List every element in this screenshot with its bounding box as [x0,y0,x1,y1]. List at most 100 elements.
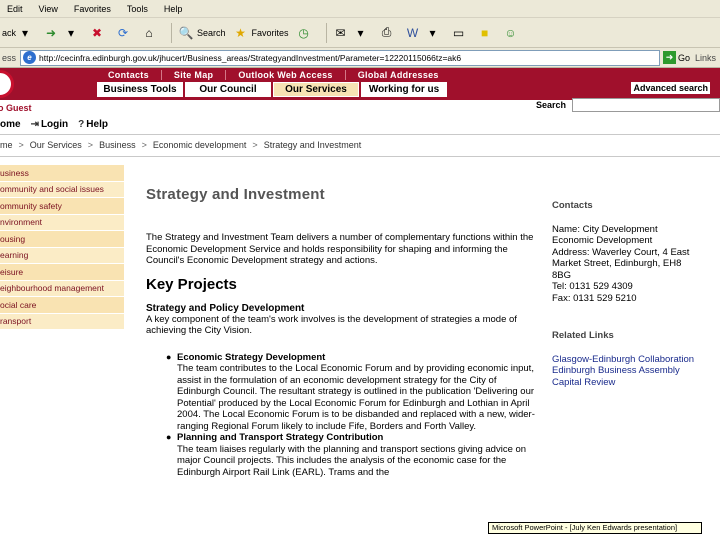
breadcrumb-home[interactable]: me [0,140,13,150]
address-label: ess [2,52,17,63]
discuss-button[interactable]: ▭ [450,21,470,45]
refresh-icon: ⟳ [117,25,129,40]
search-button[interactable]: 🔍 Search [177,21,226,45]
divider [0,156,720,157]
help-icon: ? [78,119,85,130]
tab-working-for-us[interactable]: Working for us [361,82,447,97]
toolbar-divider [325,22,327,43]
breadcrumb-separator-icon: > [87,140,94,150]
address-bar: ess e http://cecinfra.edinburgh.gov.uk/j… [0,48,720,68]
contact-line: Tel: 0131 529 4309 [552,281,633,292]
home-link[interactable]: ome [0,119,21,130]
nav-item-social-care[interactable]: ocial care [0,297,124,314]
print-icon: ⎙ [381,25,392,39]
right-column: Contacts Name: City Development Economic… [552,200,720,388]
help-link[interactable]: Help [86,119,108,130]
breadcrumb-our-services[interactable]: Our Services [30,140,82,150]
related-links-list: Glasgow-Edinburgh Collaboration Edinburg… [552,354,720,389]
subsection-paragraph: A key component of the team's work invol… [146,313,517,337]
nav-item-transport[interactable]: ransport [0,313,124,330]
history-button[interactable]: ◷ [295,21,315,45]
nav-item-community[interactable]: ommunity and social issues [0,181,124,198]
mail-icon: ✉ [335,25,346,40]
home-button[interactable]: ⌂ [140,21,160,45]
contact-line: Fax: 0131 529 5210 [552,292,637,304]
link-global-addresses[interactable]: Global Addresses [346,70,451,80]
council-logo[interactable] [0,70,14,98]
breadcrumb: me > Our Services > Business > Economic … [0,140,367,150]
menu-favorites[interactable]: Favorites [67,4,120,14]
contact-line: Address: Waverley Court, 4 East [552,246,690,258]
subsection-heading: Strategy and Policy Development [146,302,305,314]
star-icon: ★ [235,25,246,40]
contact-line: Name: City Development [552,223,658,235]
tab-our-council[interactable]: Our Council [185,82,271,97]
nav-item-neighbourhood[interactable]: eighbourhood management [0,280,124,297]
stop-button[interactable]: ✖ [88,21,108,45]
mail-button[interactable]: ✉ ▾ [332,21,372,45]
user-links: ome ⇥ Login ? Help [0,119,108,130]
back-label: ack [2,27,17,38]
menu-edit[interactable]: Edit [0,4,32,14]
site-search-input[interactable] [572,98,720,112]
nav-item-learning[interactable]: earning [0,247,124,264]
menu-bar: Edit View Favorites Tools Help [0,0,720,18]
nav-item-housing[interactable]: ousing [0,231,124,248]
link-outlook-web-access[interactable]: Outlook Web Access [226,70,346,80]
go-button[interactable]: ➜ Go [660,51,693,64]
favorites-button[interactable]: ★ Favorites [232,21,288,45]
project-text: The team liaises regularly with the plan… [177,443,527,478]
dropdown-arrow-icon: ▾ [357,25,364,40]
main-tabs: Business Tools Our Council Our Services … [97,82,449,97]
top-links: Contacts Site Map Outlook Web Access Glo… [100,70,451,80]
dropdown-arrow-icon: ▾ [22,25,29,40]
back-button[interactable]: ack ▾ [2,21,36,45]
refresh-button[interactable]: ⟳ [114,21,134,45]
menu-view[interactable]: View [32,4,67,14]
nav-item-environment[interactable]: nvironment [0,214,124,231]
messenger-button[interactable]: ☺ [502,21,522,45]
site-search-label: Search [536,100,567,110]
project-title: Planning and Transport Strategy Contribu… [177,432,384,443]
browser-toolbar: ack ▾ ➜ ▾ ✖ ⟳ ⌂ 🔍 Search ★ Favorites ◷ ✉… [0,18,720,48]
left-nav: usiness ommunity and social issues ommun… [0,165,124,330]
breadcrumb-economic-development[interactable]: Economic development [153,140,247,150]
nav-item-community-safety[interactable]: ommunity safety [0,198,124,215]
contact-line: 8BG [552,269,572,281]
tab-business-tools[interactable]: Business Tools [97,82,183,97]
link-contacts[interactable]: Contacts [100,70,162,80]
forward-button[interactable]: ➜ ▾ [42,21,82,45]
go-arrow-icon: ➜ [662,51,676,64]
contacts-heading: Contacts [552,200,593,211]
menu-tools[interactable]: Tools [120,4,157,14]
messenger-icon: ☺ [504,25,517,40]
print-button[interactable]: ⎙ [378,21,398,45]
related-link[interactable]: Edinburgh Business Assembly [552,365,720,377]
divider [0,134,720,135]
project-title: Economic Strategy Development [177,351,326,363]
breadcrumb-business[interactable]: Business [99,140,136,150]
related-link[interactable]: Glasgow-Edinburgh Collaboration [552,354,720,366]
links-label[interactable]: Links [693,53,720,63]
nav-item-business[interactable]: usiness [0,165,124,182]
project-text: The team contributes to the Local Econom… [177,363,535,432]
address-input[interactable]: e http://cecinfra.edinburgh.gov.uk/jhuce… [20,49,660,66]
contact-line: Economic Development [552,235,653,246]
link-site-map[interactable]: Site Map [162,70,227,80]
login-link[interactable]: Login [41,119,68,130]
edit-button[interactable]: W ▾ [404,21,444,45]
nav-item-leisure[interactable]: eisure [0,264,124,281]
advanced-search-link[interactable]: Advanced search [631,82,710,94]
tab-our-services[interactable]: Our Services [273,82,359,97]
notes-button[interactable]: ■ [476,21,496,45]
address-url: http://cecinfra.edinburgh.gov.uk/jhucert… [39,52,462,63]
related-link[interactable]: Capital Review [552,377,720,389]
related-links-heading: Related Links [552,330,614,341]
note-icon: ■ [480,25,489,40]
user-bar: o Guest Advanced search Search ome ⇥ Log… [0,82,720,132]
menu-help[interactable]: Help [157,4,192,14]
intro-paragraph: The Strategy and Investment Team deliver… [146,232,534,266]
breadcrumb-current: Strategy and Investment [263,140,362,150]
search-icon: 🔍 [178,25,194,40]
bullet-icon: ● [166,351,172,362]
